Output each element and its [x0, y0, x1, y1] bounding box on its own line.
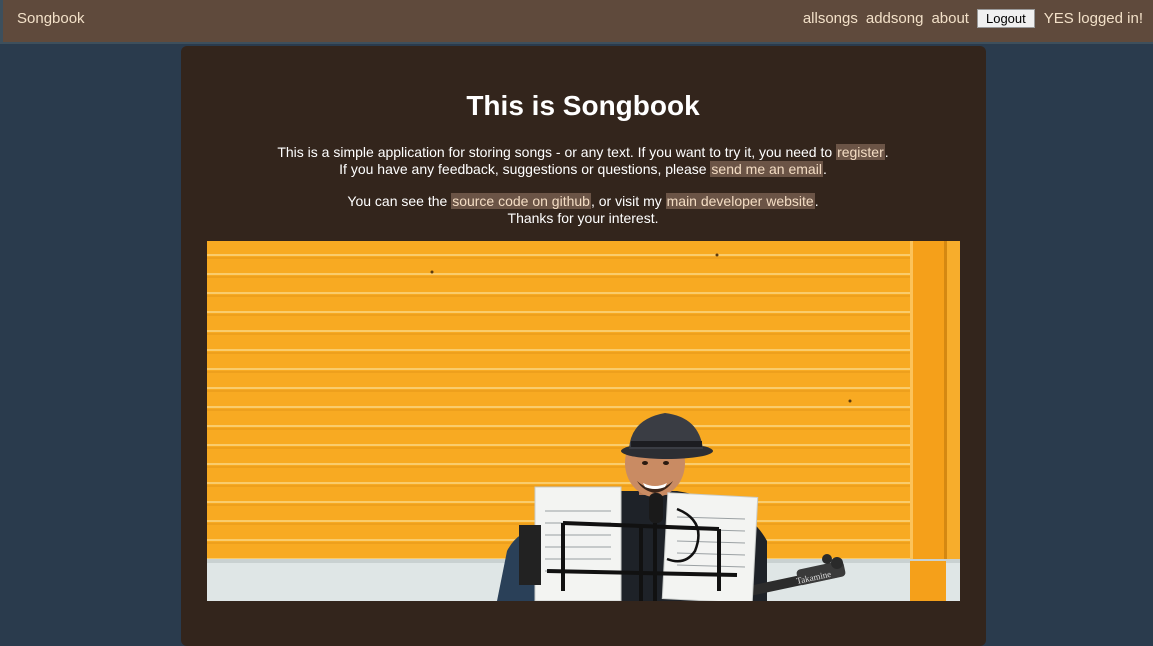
hero-image: Takamine — [207, 241, 960, 601]
login-status: YES logged in! — [1043, 10, 1143, 27]
email-link[interactable]: send me an email — [710, 161, 823, 177]
nav-menu: allsongs addsong about Logout YES logged… — [803, 9, 1143, 28]
register-link[interactable]: register — [836, 144, 885, 160]
source-text-3: . — [814, 193, 819, 209]
nav-item-addsong[interactable]: addsong — [866, 10, 924, 27]
source-text-2: , or visit my — [590, 193, 666, 209]
source-paragraph: You can see the source code on github, o… — [0, 193, 1153, 227]
source-text-1: You can see the — [347, 193, 452, 209]
top-navbar: Songbook allsongs addsong about Logout Y… — [0, 0, 1153, 44]
website-link[interactable]: main developer website — [665, 193, 815, 209]
nav-item-about[interactable]: about — [931, 10, 969, 27]
brand-link[interactable]: Songbook — [17, 10, 85, 27]
github-link[interactable]: source code on github — [451, 193, 591, 209]
logout-button[interactable]: Logout — [976, 9, 1035, 28]
page-title: This is Songbook — [466, 90, 700, 121]
intro-text-3: If you have any feedback, suggestions or… — [339, 161, 711, 177]
thanks-text: Thanks for your interest. — [507, 210, 659, 226]
intro-text-2: . — [884, 144, 889, 160]
street-musician-photo: Takamine — [207, 241, 960, 601]
intro-text-1: This is a simple application for storing… — [277, 144, 837, 160]
nav-item-allsongs[interactable]: allsongs — [803, 10, 858, 27]
intro-paragraph: This is a simple application for storing… — [0, 144, 1153, 178]
intro-text-4: . — [822, 161, 827, 177]
